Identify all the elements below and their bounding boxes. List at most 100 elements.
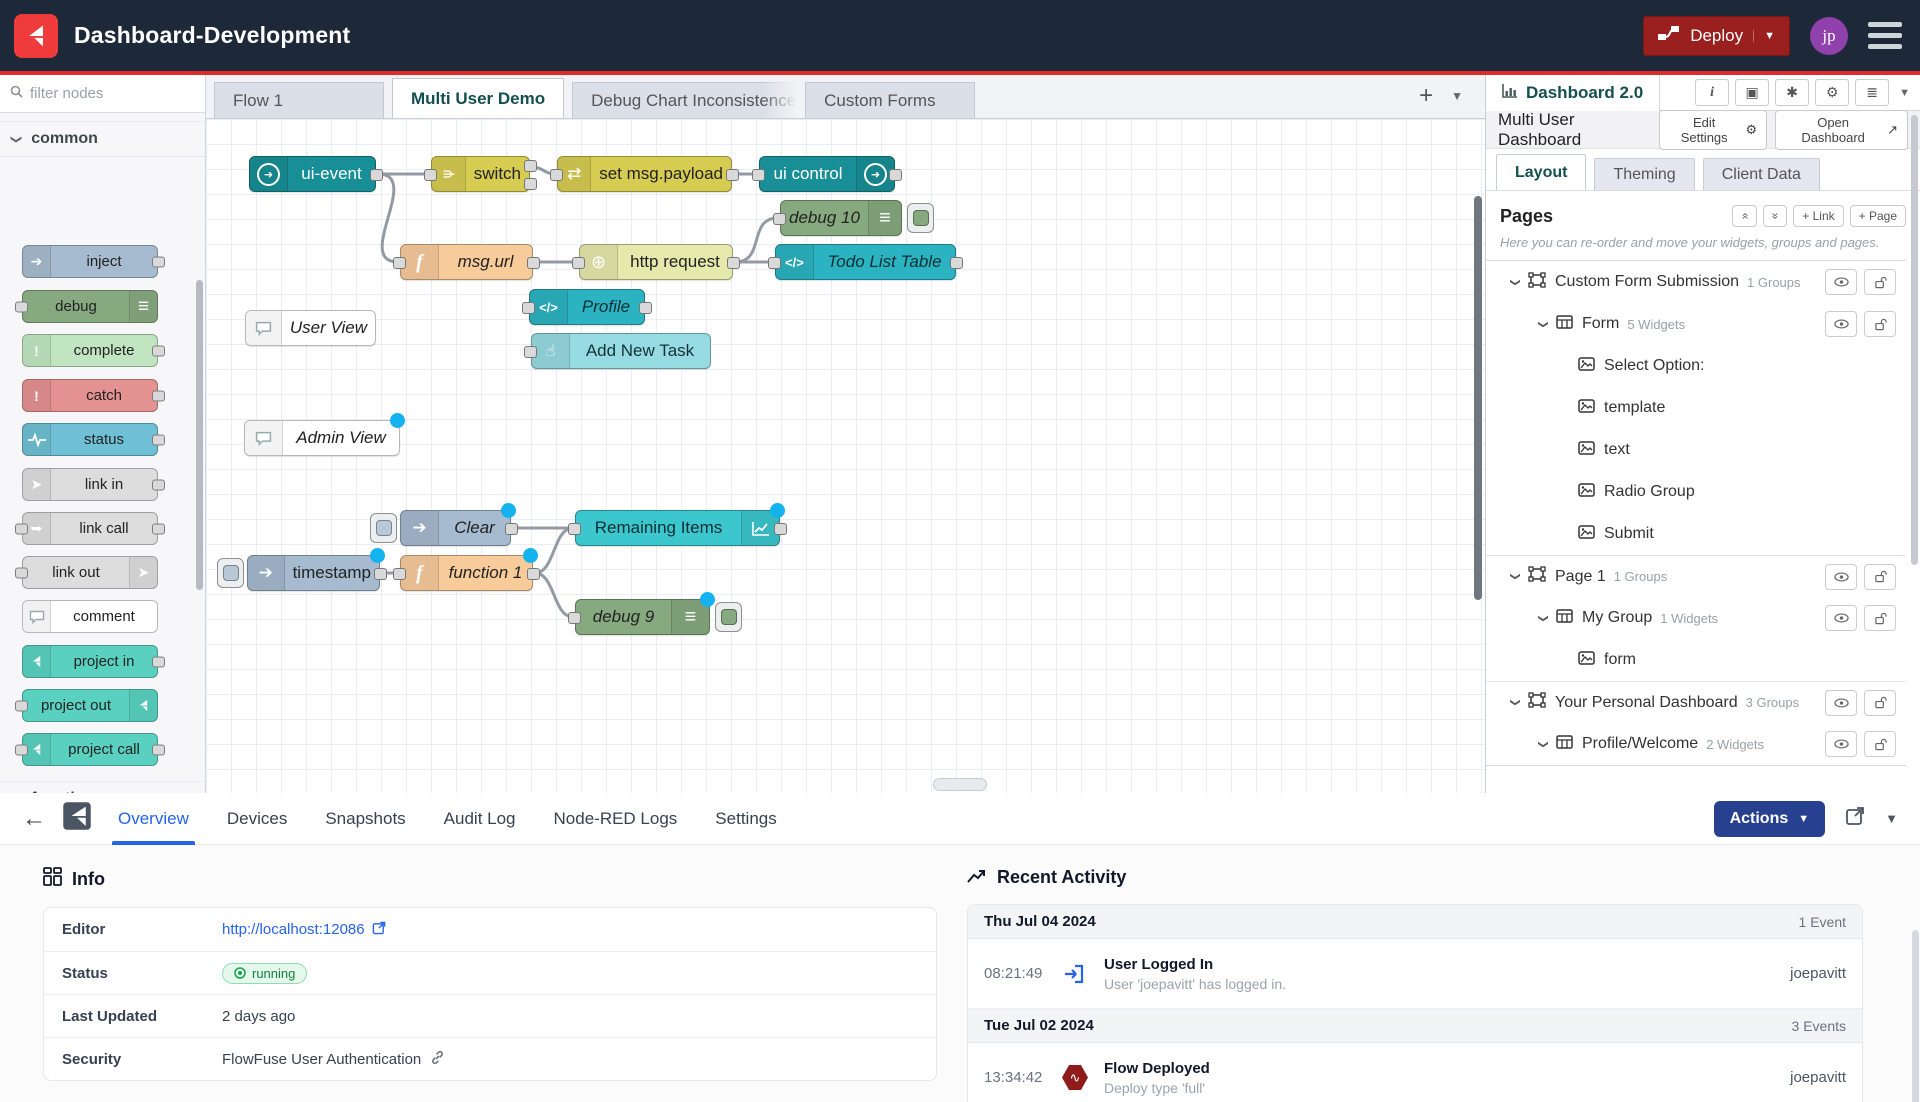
palette-section-common[interactable]: ❯ common xyxy=(0,121,205,157)
palette-node-link-out[interactable]: link out➤ xyxy=(22,556,158,589)
flow-canvas[interactable]: ➜ ui-event ⋔ switch ⇄ set msg.payload ui… xyxy=(206,119,1485,793)
palette-node-link-in[interactable]: ➤link in xyxy=(22,468,158,501)
tree-widget-row[interactable]: text xyxy=(1486,429,1906,471)
tab-audit-log[interactable]: Audit Log xyxy=(444,793,516,845)
lock-button[interactable] xyxy=(1864,605,1896,631)
palette-node-project-in[interactable]: project in xyxy=(22,645,158,678)
node-ui-control[interactable]: ui control ➜ xyxy=(759,156,895,192)
add-link-button[interactable]: + Link xyxy=(1793,205,1843,227)
visibility-button[interactable] xyxy=(1825,731,1857,757)
lock-button[interactable] xyxy=(1864,311,1896,337)
flow-list-caret-icon[interactable]: ▼ xyxy=(1451,89,1463,103)
node-chart-remaining-items[interactable]: Remaining Items xyxy=(575,510,780,546)
palette-filter-input[interactable] xyxy=(30,85,180,102)
tree-page-row[interactable]: ❯ Custom Form Submission 1 Groups xyxy=(1486,261,1906,303)
palette-node-status[interactable]: status xyxy=(22,423,158,456)
palette-node-debug[interactable]: debug≡ xyxy=(22,290,158,323)
node-set-msg-payload[interactable]: ⇄ set msg.payload xyxy=(557,156,732,192)
node-ui-event[interactable]: ➜ ui-event xyxy=(249,156,376,192)
visibility-button[interactable] xyxy=(1825,690,1857,716)
tab-devices[interactable]: Devices xyxy=(227,793,287,845)
node-comment-admin-view[interactable]: Admin View xyxy=(244,420,400,456)
flow-tab-1[interactable]: Flow 1 xyxy=(214,82,384,118)
tab-nodered-logs[interactable]: Node-RED Logs xyxy=(554,793,678,845)
flow-tab-2[interactable]: Multi User Demo xyxy=(392,78,564,118)
edit-settings-button[interactable]: Edit Settings⚙ xyxy=(1659,110,1767,150)
flow-tab-4[interactable]: Custom Forms xyxy=(805,82,975,118)
node-function-1[interactable]: f function 1 xyxy=(400,555,533,591)
canvas-vertical-scrollbar[interactable] xyxy=(1474,196,1482,600)
node-comment-user-view[interactable]: User View xyxy=(245,310,376,346)
tab-overview[interactable]: Overview xyxy=(118,793,189,845)
tree-widget-row[interactable]: form xyxy=(1486,639,1906,681)
node-inject-timestamp[interactable]: ➔ timestamp xyxy=(247,555,380,591)
flow-tab-3[interactable]: Debug Chart Inconsistence S xyxy=(572,82,797,118)
tab-client-data[interactable]: Client Data xyxy=(1703,158,1820,190)
open-editor-icon[interactable] xyxy=(1845,806,1865,831)
visibility-button[interactable] xyxy=(1825,605,1857,631)
actions-button[interactable]: Actions▼ xyxy=(1714,801,1826,837)
lock-button[interactable] xyxy=(1864,690,1896,716)
visibility-button[interactable] xyxy=(1825,269,1857,295)
lock-button[interactable] xyxy=(1864,269,1896,295)
node-switch[interactable]: ⋔ switch xyxy=(431,156,530,192)
tree-widget-row[interactable]: Submit xyxy=(1486,513,1906,555)
context-tab-icon[interactable]: ≣ xyxy=(1855,79,1889,106)
visibility-button[interactable] xyxy=(1825,564,1857,590)
tree-group-row[interactable]: ❯ My Group 1 Widgets xyxy=(1486,597,1906,639)
expand-all-button[interactable]: » xyxy=(1763,205,1788,227)
sidebar-tab-dashboard[interactable]: Dashboard 2.0 xyxy=(1486,75,1660,111)
tree-widget-row[interactable]: Select Option: xyxy=(1486,345,1906,387)
palette-scrollbar[interactable] xyxy=(196,280,203,590)
sidebar-scrollbar[interactable] xyxy=(1911,115,1918,565)
chain-link-icon[interactable] xyxy=(430,1050,445,1069)
activity-event-row[interactable]: 13:34:42 ∿ Flow Deployed Deploy type 'fu… xyxy=(968,1043,1862,1102)
tab-settings[interactable]: Settings xyxy=(715,793,776,845)
tab-theming[interactable]: Theming xyxy=(1594,158,1694,190)
editor-link[interactable]: http://localhost:12086 xyxy=(222,921,386,939)
collapse-all-button[interactable]: » xyxy=(1732,205,1757,227)
tree-group-row[interactable]: ❯ Profile/Welcome 2 Widgets xyxy=(1486,723,1906,765)
info-tab-icon[interactable]: i xyxy=(1695,79,1729,106)
palette-node-catch[interactable]: !catch xyxy=(22,379,158,412)
panel-scrollbar[interactable] xyxy=(1912,930,1919,1102)
help-tab-icon[interactable]: ▣ xyxy=(1735,79,1769,106)
palette-node-project-out[interactable]: project out xyxy=(22,689,158,722)
node-http-request[interactable]: ⊕ http request xyxy=(579,244,733,280)
tab-layout[interactable]: Layout xyxy=(1496,154,1586,190)
tree-page-row[interactable]: ❯ Your Personal Dashboard 3 Groups xyxy=(1486,681,1906,723)
config-tab-icon[interactable]: ⚙ xyxy=(1815,79,1849,106)
tree-widget-row[interactable]: template xyxy=(1486,387,1906,429)
debug-toggle-button[interactable] xyxy=(715,602,742,632)
node-inject-clear[interactable]: ➔ Clear xyxy=(400,510,511,546)
activity-event-row[interactable]: 08:21:49 User Logged In User 'joepavitt'… xyxy=(968,939,1862,1009)
node-todo-list-table[interactable]: </> Todo List Table xyxy=(775,244,956,280)
palette-node-comment[interactable]: comment xyxy=(22,600,158,633)
node-profile[interactable]: </> Profile xyxy=(529,289,645,325)
tab-snapshots[interactable]: Snapshots xyxy=(325,793,405,845)
inject-button[interactable] xyxy=(217,558,244,588)
palette-node-complete[interactable]: !complete xyxy=(22,334,158,367)
sidebar-tabs-caret-icon[interactable]: ▼ xyxy=(1899,87,1910,99)
palette-node-inject[interactable]: ➔inject xyxy=(22,245,158,278)
open-dashboard-button[interactable]: Open Dashboard↗ xyxy=(1775,110,1908,150)
inject-button[interactable] xyxy=(370,513,397,543)
add-page-button[interactable]: + Page xyxy=(1850,205,1906,227)
collapse-panel-icon[interactable]: ▼ xyxy=(1885,811,1898,826)
canvas-horizontal-scrollbar[interactable] xyxy=(933,778,987,791)
back-arrow-icon[interactable]: ← xyxy=(22,805,46,833)
user-avatar[interactable]: jp xyxy=(1810,17,1848,55)
add-flow-icon[interactable]: + xyxy=(1419,82,1433,110)
deploy-button[interactable]: Deploy ▼ xyxy=(1643,16,1790,56)
debug-toggle-button[interactable] xyxy=(907,203,934,233)
palette-node-link-call[interactable]: ➥link call xyxy=(22,512,158,545)
deploy-dropdown-caret[interactable]: ▼ xyxy=(1753,30,1775,42)
node-add-new-task[interactable]: ☝ Add New Task xyxy=(531,333,711,369)
lock-button[interactable] xyxy=(1864,564,1896,590)
palette-node-project-call[interactable]: project call xyxy=(22,733,158,766)
tree-group-row[interactable]: ❯ Form 5 Widgets xyxy=(1486,303,1906,345)
main-menu-icon[interactable] xyxy=(1868,22,1902,49)
visibility-button[interactable] xyxy=(1825,311,1857,337)
node-debug-10[interactable]: debug 10 ≡ xyxy=(780,200,902,236)
lock-button[interactable] xyxy=(1864,731,1896,757)
